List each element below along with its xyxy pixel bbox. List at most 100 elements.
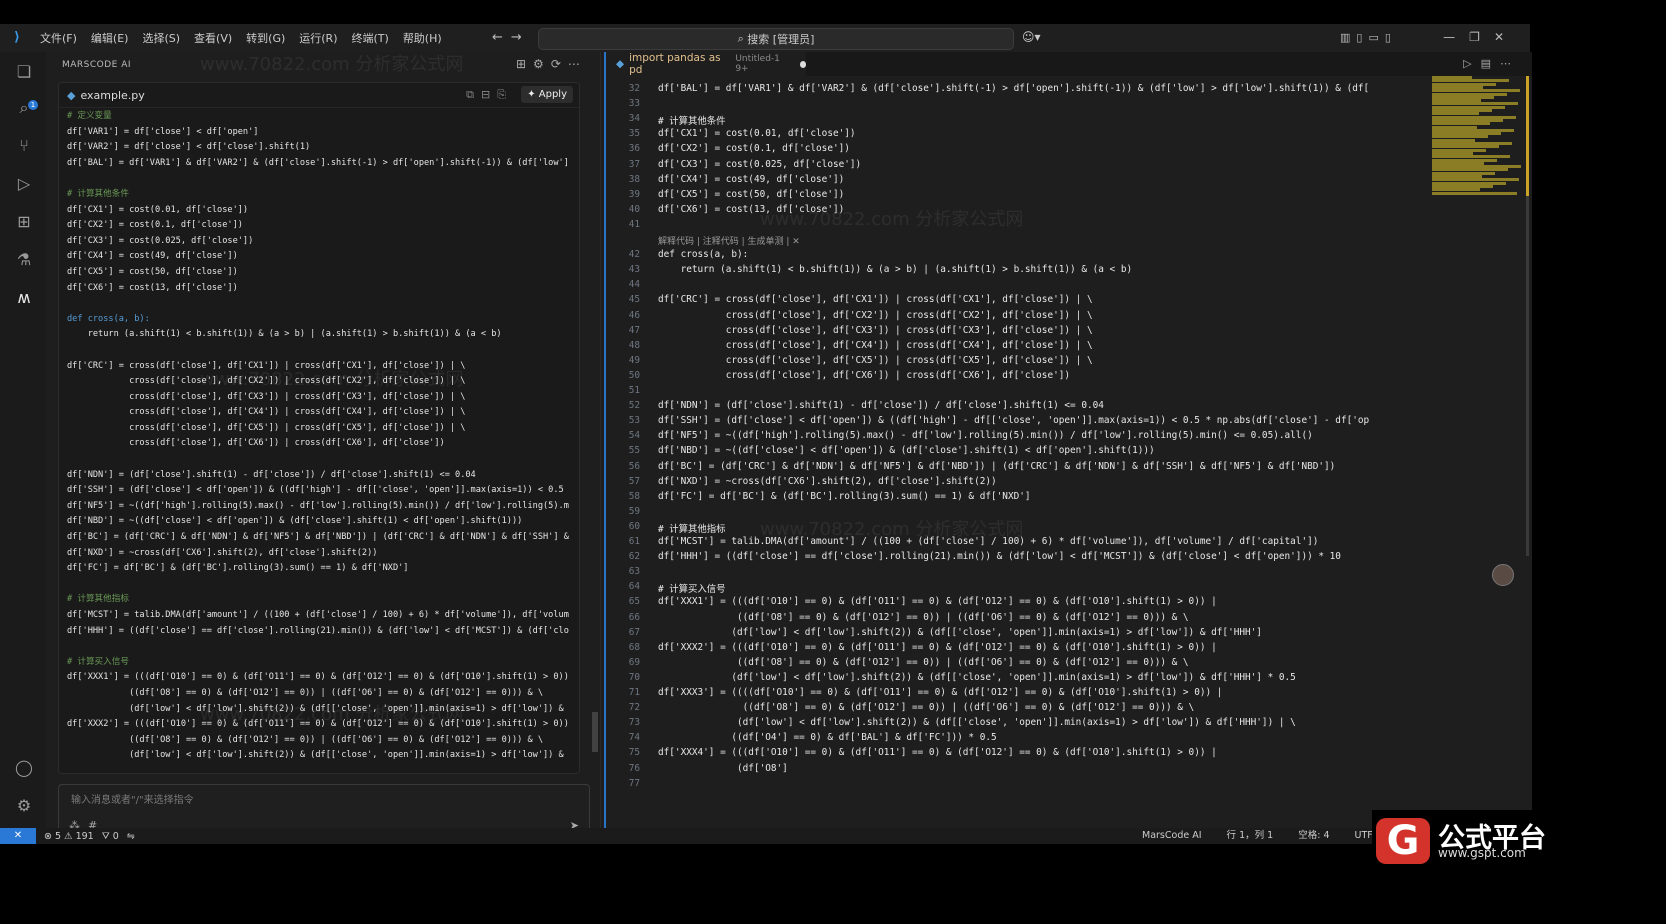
minimize-icon[interactable]: — [1443, 30, 1469, 44]
window-controls[interactable]: —❐✕ [1443, 30, 1518, 44]
run-debug-icon[interactable]: ▷ [14, 174, 34, 194]
code-line: df['CRC'] = cross(df['close'], df['CX1']… [658, 294, 1093, 306]
line-number: 45 [628, 294, 640, 306]
code-line: df['CX1'] = cost(0.01, df['close']) [658, 128, 856, 140]
code-block: # 定义变量 df['VAR1'] = df['close'] < df['ope… [67, 109, 569, 764]
extensions-icon[interactable]: ⊞ [14, 212, 34, 232]
problems-count[interactable]: ⊗ 5 ⚠ 191 [44, 831, 94, 842]
code-line: def cross(a, b): [658, 249, 749, 261]
account-icon[interactable]: ◯ [14, 758, 34, 778]
line-number: 32 [628, 83, 640, 94]
code-line: df['NXD'] = ~cross(df['CX6'].shift(2), d… [67, 547, 378, 558]
menu-item[interactable]: 帮助(H) [403, 32, 442, 45]
editor-area: ◆ import pandas as pd Untitled-1 9+ ▷▤⋯ … [604, 52, 1532, 828]
line-number: 60 [628, 520, 640, 532]
panel-actions[interactable]: ⊞⚙⟳⋯ [516, 57, 587, 71]
ports-count[interactable]: ⛛ 0 [102, 831, 119, 842]
more-icon[interactable]: ⋯ [1500, 57, 1520, 70]
code-line: df['CRC'] = cross(df['close'], df['CX1']… [67, 360, 466, 371]
code-line: df['CX5'] = cost(50, df['close']) [658, 188, 845, 200]
menu-item[interactable]: 选择(S) [142, 32, 180, 45]
unsaved-dot-icon[interactable] [799, 60, 806, 68]
restore-icon[interactable]: ❐ [1469, 30, 1494, 44]
code-line: # 计算其他指标 [67, 594, 129, 605]
nav-arrows[interactable]: ←→ [492, 30, 530, 45]
line-number: 46 [628, 309, 640, 321]
command-search-label: 搜索 [管理员] [747, 33, 815, 46]
code-line: df['FC'] = df['BC'] & (df['BC'].rolling(… [67, 563, 409, 574]
testing-icon[interactable]: ⚗ [14, 250, 34, 270]
line-number: 52 [628, 400, 640, 412]
line-number: 75 [628, 747, 640, 759]
line-number: 61 [628, 536, 640, 547]
line-number: 49 [628, 354, 640, 366]
explorer-icon[interactable]: ❏ [14, 62, 34, 82]
source-control-icon[interactable]: ⑂ [14, 136, 34, 156]
code-line: df['CX2'] = cost(0.1, df['close']) [658, 143, 850, 155]
code-line: ((df['O8'] == 0) & (df['O12'] == 0)) | (… [67, 687, 543, 698]
code-line: cross(df['close'], df['CX5']) | cross(df… [67, 422, 466, 433]
marscode-status[interactable]: MarsCode AI [1142, 830, 1202, 841]
tab-untitled-1[interactable]: ◆ import pandas as pd Untitled-1 9+ [606, 52, 806, 76]
menu-item[interactable]: 文件(F) [40, 32, 77, 45]
copy-insert-actions[interactable]: ⧉⊟⎘ [466, 88, 513, 102]
python-tab-icon: ◆ [616, 58, 625, 70]
menu-item[interactable]: 运行(R) [299, 32, 337, 45]
code-line: df['BC'] = (df['CRC'] & df['NDN'] & df['… [658, 460, 1336, 472]
line-number: 62 [628, 551, 640, 563]
code-line: df['CX6'] = cost(13, df['close']) [67, 282, 238, 293]
code-line: df['CX6'] = cost(13, df['close']) [658, 203, 845, 215]
command-search[interactable]: ⌕ 搜索 [管理员] [538, 28, 1014, 50]
panel-scrollbar[interactable] [592, 712, 598, 752]
broadcast-icon[interactable]: ⇋ [127, 831, 135, 842]
chat-input[interactable] [69, 791, 553, 809]
indent-spaces[interactable]: 空格: 4 [1298, 830, 1329, 841]
line-number: 72 [628, 702, 640, 714]
code-line: df['CX4'] = cost(49, df['close']) [658, 173, 845, 185]
code-line: df['NBD'] = ~((df['close'] < df['open'])… [658, 445, 1155, 457]
code-line: ((df['O4'] == 0) & df['BAL'] & df['FC'])… [658, 732, 997, 744]
menu-item[interactable]: 查看(V) [194, 32, 232, 45]
run-icon[interactable]: ▷ [1463, 57, 1480, 70]
editor-actions[interactable]: ▷▤⋯ [1463, 57, 1520, 70]
vscode-window: ⟩ 文件(F) 编辑(E) 选择(S) 查看(V) 转到(G) 运行(R) 终端(T) 帮助(… [0, 24, 1532, 844]
minimap[interactable] [1432, 76, 1524, 196]
menu-item[interactable]: 转到(G) [246, 32, 285, 45]
code-line: df['CX4'] = cost(49, df['close']) [67, 251, 238, 262]
codelens-actions[interactable]: 解释代码 | 注释代码 | 生成单测 | ✕ [658, 237, 800, 247]
line-number: 67 [628, 626, 640, 638]
avatar[interactable] [1492, 564, 1514, 586]
split-editor-icon[interactable]: ▤ [1481, 57, 1500, 70]
editor-scrollbar[interactable] [1526, 76, 1529, 556]
layout-controls[interactable]: ▥▯▭▯ [1340, 31, 1397, 44]
code-line: # 计算其他条件 [67, 188, 129, 199]
code-file-name: example.py [80, 88, 145, 102]
line-number: 35 [628, 128, 640, 140]
code-line: df['CX3'] = cost(0.025, df['close']) [658, 158, 862, 170]
back-arrow-icon[interactable]: ← [492, 30, 511, 45]
codelens: 解释代码 | 注释代码 | 生成单测 | ✕ [658, 234, 800, 247]
account-menu-icon[interactable]: ☺▾ [1022, 30, 1041, 44]
cursor-position[interactable]: 行 1，列 1 [1227, 830, 1274, 841]
apply-button[interactable]: ✦ Apply [521, 86, 573, 103]
remote-indicator[interactable]: ✕ [0, 828, 36, 844]
line-number: 76 [628, 762, 640, 774]
forward-arrow-icon[interactable]: → [511, 30, 530, 45]
code-line: return (a.shift(1) < b.shift(1)) & (a > … [67, 329, 502, 340]
menu-item[interactable]: 终端(T) [352, 32, 389, 45]
code-line: # 计算买入信号 [67, 656, 129, 667]
code-line: df['CX5'] = cost(50, df['close']) [67, 266, 238, 277]
close-icon[interactable]: ✕ [1494, 30, 1518, 44]
marscode-icon[interactable]: ʍ [14, 288, 34, 308]
line-number: 43 [628, 264, 640, 276]
code-line: df['VAR2'] = df['close'] < df['close'].s… [67, 142, 311, 153]
code-line: cross(df['close'], df['CX6']) | cross(df… [658, 369, 1071, 381]
search-sidebar-icon[interactable]: ⌕ [14, 98, 34, 118]
code-line: df['NF5'] = ~((df['high'].rolling(5).max… [658, 430, 1313, 442]
line-number: 66 [628, 611, 640, 623]
code-line: # 计算其他条件 [658, 116, 726, 128]
settings-gear-icon[interactable]: ⚙ [14, 796, 34, 816]
menu-item[interactable]: 编辑(E) [91, 32, 129, 45]
